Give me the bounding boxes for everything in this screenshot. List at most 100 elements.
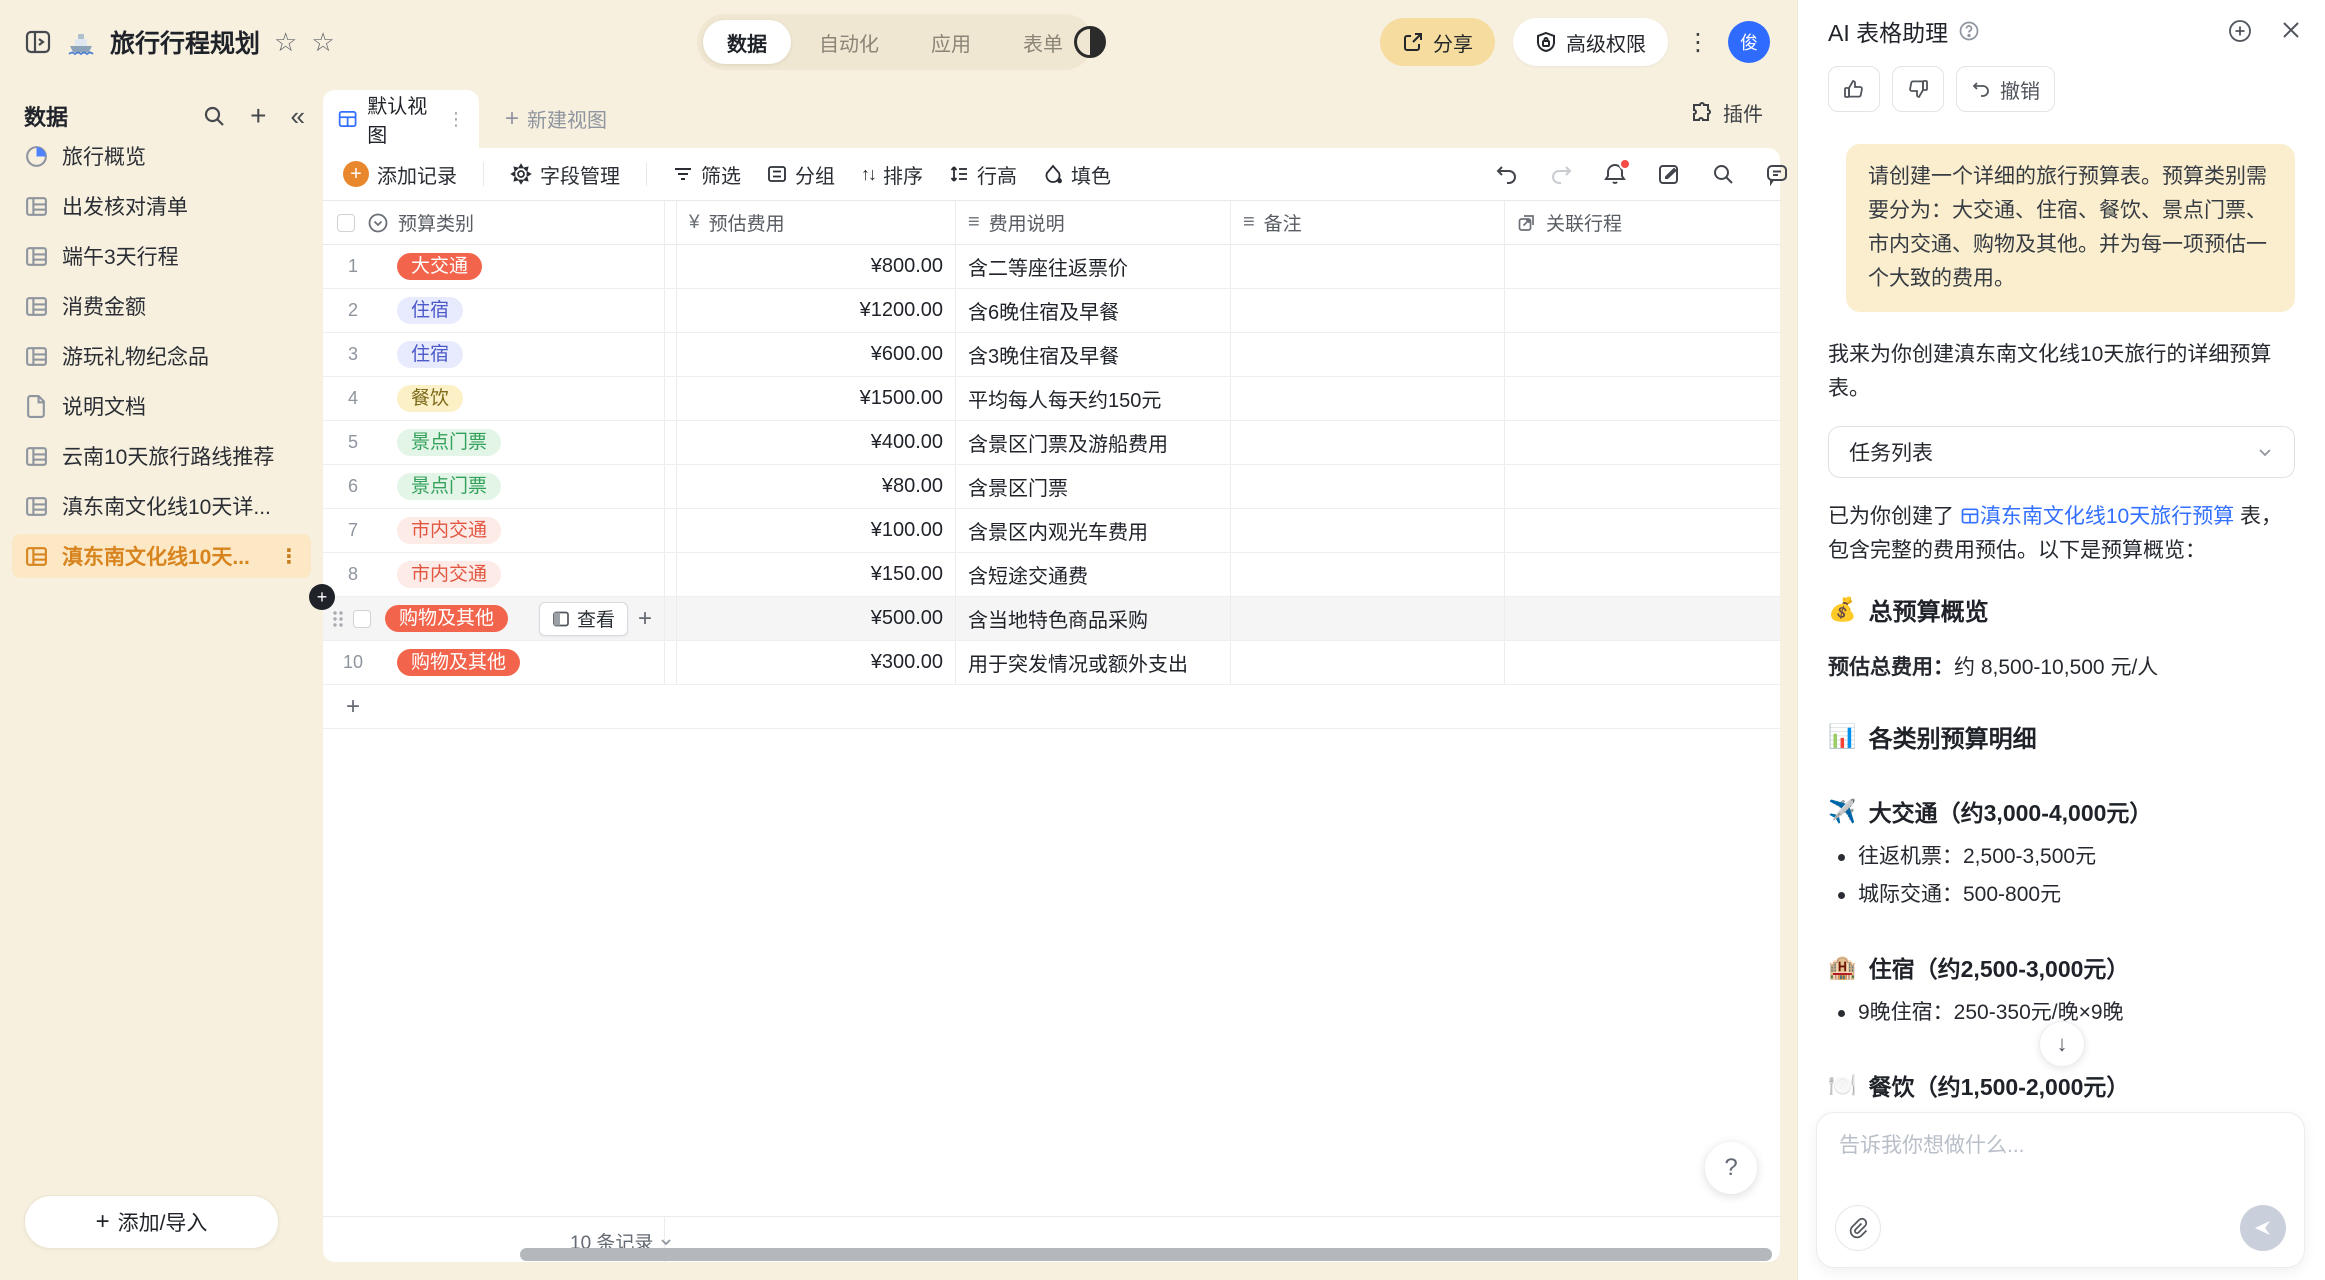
cell-amount[interactable]: ¥1200.00 [677, 289, 956, 332]
cell-link[interactable] [1505, 289, 1780, 332]
category-tag[interactable]: 景点门票 [397, 429, 501, 456]
cell-note[interactable] [1231, 465, 1505, 508]
sidebar-toggle-icon[interactable] [24, 28, 52, 56]
collapse-sidebar-icon[interactable]: « [291, 101, 305, 132]
category-tag[interactable]: 住宿 [397, 341, 463, 368]
help-button[interactable]: ? [1705, 1142, 1757, 1194]
cell-description[interactable]: 含二等座往返票价 [956, 245, 1231, 288]
item-more-icon[interactable]: ⋮ [279, 544, 299, 569]
cell-amount[interactable]: ¥100.00 [677, 509, 956, 552]
row-checkbox[interactable] [353, 610, 371, 628]
plugin-button[interactable]: 插件 [1690, 98, 1763, 127]
cell-link[interactable] [1505, 245, 1780, 288]
advanced-permission-button[interactable]: 高级权限 [1513, 18, 1668, 66]
cell-amount[interactable]: ¥800.00 [677, 245, 956, 288]
sidebar-item-diandongnan-detail[interactable]: 滇东南文化线10天详... [12, 484, 311, 528]
favorite-star-icon[interactable]: ☆ [311, 27, 334, 58]
table-row[interactable]: 7市内交通 ¥100.00 含景区内观光车费用 [323, 509, 1780, 553]
group-button[interactable]: 分组 [767, 160, 835, 189]
avatar[interactable]: 俊 [1728, 21, 1770, 63]
ai-input-field[interactable] [1839, 1129, 2279, 1199]
table-row-hovered[interactable]: 购物及其他 查看 + ¥500.00 含当地特色商品采购 [323, 597, 1780, 641]
cell-link[interactable] [1505, 465, 1780, 508]
category-tag[interactable]: 购物及其他 [397, 649, 520, 676]
category-tag[interactable]: 景点门票 [397, 473, 501, 500]
scroll-to-bottom-button[interactable]: ↓ [2039, 1021, 2085, 1067]
column-header-category[interactable]: 预算类别 [398, 209, 474, 236]
cell-note[interactable] [1231, 377, 1505, 420]
cell-amount[interactable]: ¥1500.00 [677, 377, 956, 420]
comment-icon[interactable] [1765, 162, 1789, 186]
category-tag[interactable]: 市内交通 [397, 517, 501, 544]
table-row[interactable]: 5景点门票 ¥400.00 含景区门票及游船费用 [323, 421, 1780, 465]
sidebar-item-dragonboat-3day[interactable]: 端午3天行程 [12, 234, 311, 278]
select-all-checkbox[interactable] [337, 214, 355, 232]
column-header-amount-cell[interactable]: ¥ 预估费用 [677, 201, 956, 244]
cell-description[interactable]: 含景区内观光车费用 [956, 509, 1231, 552]
table-row[interactable]: 3住宿 ¥600.00 含3晚住宿及早餐 [323, 333, 1780, 377]
new-view-button[interactable]: + 新建视图 [505, 104, 607, 133]
cell-link[interactable] [1505, 597, 1780, 640]
pin-star-icon[interactable]: ☆ [274, 27, 297, 58]
cell-amount[interactable]: ¥600.00 [677, 333, 956, 376]
sidebar-item-readme-doc[interactable]: 说明文档 [12, 384, 311, 428]
cell-description[interactable]: 含6晚住宿及早餐 [956, 289, 1231, 332]
category-tag[interactable]: 购物及其他 [385, 605, 508, 632]
share-button[interactable]: 分享 [1380, 18, 1495, 66]
category-tag[interactable]: 餐饮 [397, 385, 463, 412]
add-row-button[interactable]: + [323, 685, 1780, 729]
add-import-button[interactable]: + 添加/导入 [24, 1195, 279, 1249]
cell-description[interactable]: 含短途交通费 [956, 553, 1231, 596]
table-row[interactable]: 6景点门票 ¥80.00 含景区门票 [323, 465, 1780, 509]
column-header-note-cell[interactable]: ≡ 备注 [1231, 201, 1505, 244]
fill-color-button[interactable]: 填色 [1043, 160, 1111, 189]
cell-note[interactable] [1231, 597, 1505, 640]
created-table-link[interactable]: 滇东南文化线10天旅行预算 [1980, 505, 2234, 528]
cell-note[interactable] [1231, 245, 1505, 288]
theme-toggle-icon[interactable] [1074, 26, 1106, 58]
redo-icon[interactable] [1549, 162, 1573, 186]
category-tag[interactable]: 住宿 [397, 297, 463, 324]
notification-history-icon[interactable] [1603, 162, 1627, 186]
cell-description[interactable]: 含当地特色商品采购 [956, 597, 1231, 640]
cell-note[interactable] [1231, 421, 1505, 464]
cell-link[interactable] [1505, 509, 1780, 552]
table-row[interactable]: 1大交通 ¥800.00 含二等座往返票价 [323, 245, 1780, 289]
field-type-select-icon[interactable] [367, 212, 389, 234]
cell-link[interactable] [1505, 377, 1780, 420]
help-circle-icon[interactable] [1958, 20, 1980, 42]
cell-description[interactable]: 平均每人每天约150元 [956, 377, 1231, 420]
cell-description[interactable]: 用于突发情况或额外支出 [956, 641, 1231, 684]
sidebar-item-souvenirs[interactable]: 游玩礼物纪念品 [12, 334, 311, 378]
insert-row-button[interactable]: + [309, 584, 335, 610]
add-record-button[interactable]: + 添加记录 [343, 160, 457, 189]
cell-amount[interactable]: ¥80.00 [677, 465, 956, 508]
new-chat-icon[interactable] [2227, 18, 2253, 44]
cell-description[interactable]: 含景区门票 [956, 465, 1231, 508]
sidebar-item-trip-overview[interactable]: 旅行概览 [12, 134, 311, 178]
close-icon[interactable] [2279, 18, 2303, 42]
cell-link[interactable] [1505, 553, 1780, 596]
cell-note[interactable] [1231, 289, 1505, 332]
undo-icon[interactable] [1495, 162, 1519, 186]
row-height-button[interactable]: 行高 [949, 160, 1017, 189]
view-more-icon[interactable]: ⋮ [447, 109, 465, 130]
category-tag[interactable]: 市内交通 [397, 561, 501, 588]
field-manage-button[interactable]: 字段管理 [510, 160, 620, 189]
drag-handle-icon[interactable] [331, 609, 345, 629]
filter-button[interactable]: 筛选 [673, 160, 741, 189]
add-table-icon[interactable]: + [250, 100, 266, 132]
undo-ai-button[interactable]: 撤销 [1956, 66, 2055, 112]
column-header-desc-cell[interactable]: ≡ 费用说明 [956, 201, 1231, 244]
column-header-link-cell[interactable]: 关联行程 [1505, 201, 1780, 244]
cell-amount[interactable]: ¥150.00 [677, 553, 956, 596]
sidebar-item-departure-checklist[interactable]: 出发核对清单 [12, 184, 311, 228]
search-icon[interactable] [202, 104, 226, 128]
thumbs-down-button[interactable] [1892, 66, 1944, 112]
cell-description[interactable]: 含3晚住宿及早餐 [956, 333, 1231, 376]
view-record-button[interactable]: 查看 [539, 602, 628, 636]
task-list-collapse[interactable]: 任务列表 [1828, 426, 2295, 478]
cell-amount[interactable]: ¥500.00 [677, 597, 956, 640]
cell-amount[interactable]: ¥300.00 [677, 641, 956, 684]
send-button[interactable] [2240, 1205, 2286, 1251]
